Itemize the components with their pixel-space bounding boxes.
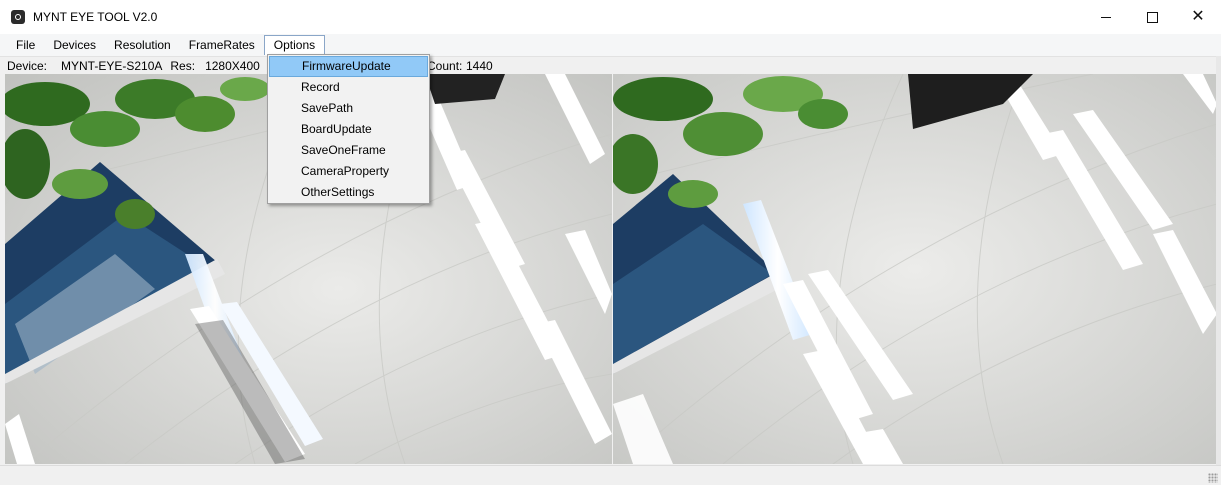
device-label: Device: [7, 58, 48, 73]
device-info-bar: Device: MYNT-EYE-S210A Res: 1280X400 F C… [0, 57, 1221, 74]
menu-item-camera-property[interactable]: CameraProperty [269, 161, 428, 182]
menu-resolution[interactable]: Resolution [105, 35, 180, 55]
res-value: 1280X400 [205, 58, 260, 73]
menu-item-record[interactable]: Record [269, 77, 428, 98]
menu-item-save-one-frame[interactable]: SaveOneFrame [269, 140, 428, 161]
menu-item-firmware-update[interactable]: FirmwareUpdate [269, 56, 428, 77]
resize-grip-icon[interactable] [1208, 473, 1218, 483]
maximize-icon [1146, 11, 1158, 23]
close-button[interactable]: ✕ [1175, 0, 1221, 34]
menu-bar: File Devices Resolution FrameRates Optio… [0, 34, 1221, 57]
title-bar[interactable]: MYNT EYE TOOL V2.0 ✕ [0, 0, 1221, 34]
window-controls: ✕ [1083, 0, 1221, 34]
menu-options[interactable]: Options [263, 35, 326, 55]
app-window: MYNT EYE TOOL V2.0 ✕ File Devices Resolu… [0, 0, 1221, 485]
menu-file[interactable]: File [7, 35, 44, 55]
res-label: Res: [170, 58, 196, 73]
options-dropdown-menu: FirmwareUpdate Record SavePath BoardUpda… [267, 54, 430, 204]
menu-item-board-update[interactable]: BoardUpdate [269, 119, 428, 140]
count-label: Count: [427, 58, 463, 73]
vertical-scrollbar[interactable] [1216, 56, 1221, 466]
minimize-icon [1101, 16, 1111, 18]
right-camera-image [613, 74, 1217, 464]
maximize-button[interactable] [1129, 0, 1175, 34]
menu-item-save-path[interactable]: SavePath [269, 98, 428, 119]
app-camera-icon[interactable] [11, 10, 25, 24]
count-value: 1440 [466, 58, 493, 73]
minimize-button[interactable] [1083, 0, 1129, 34]
window-title: MYNT EYE TOOL V2.0 [33, 10, 158, 24]
close-icon: ✕ [1191, 8, 1205, 25]
menu-devices[interactable]: Devices [44, 35, 105, 55]
menu-item-other-settings[interactable]: OtherSettings [269, 182, 428, 203]
menu-framerates[interactable]: FrameRates [180, 35, 264, 55]
right-camera-view [613, 74, 1217, 464]
status-bar [0, 465, 1221, 485]
device-value: MYNT-EYE-S210A [61, 58, 163, 73]
